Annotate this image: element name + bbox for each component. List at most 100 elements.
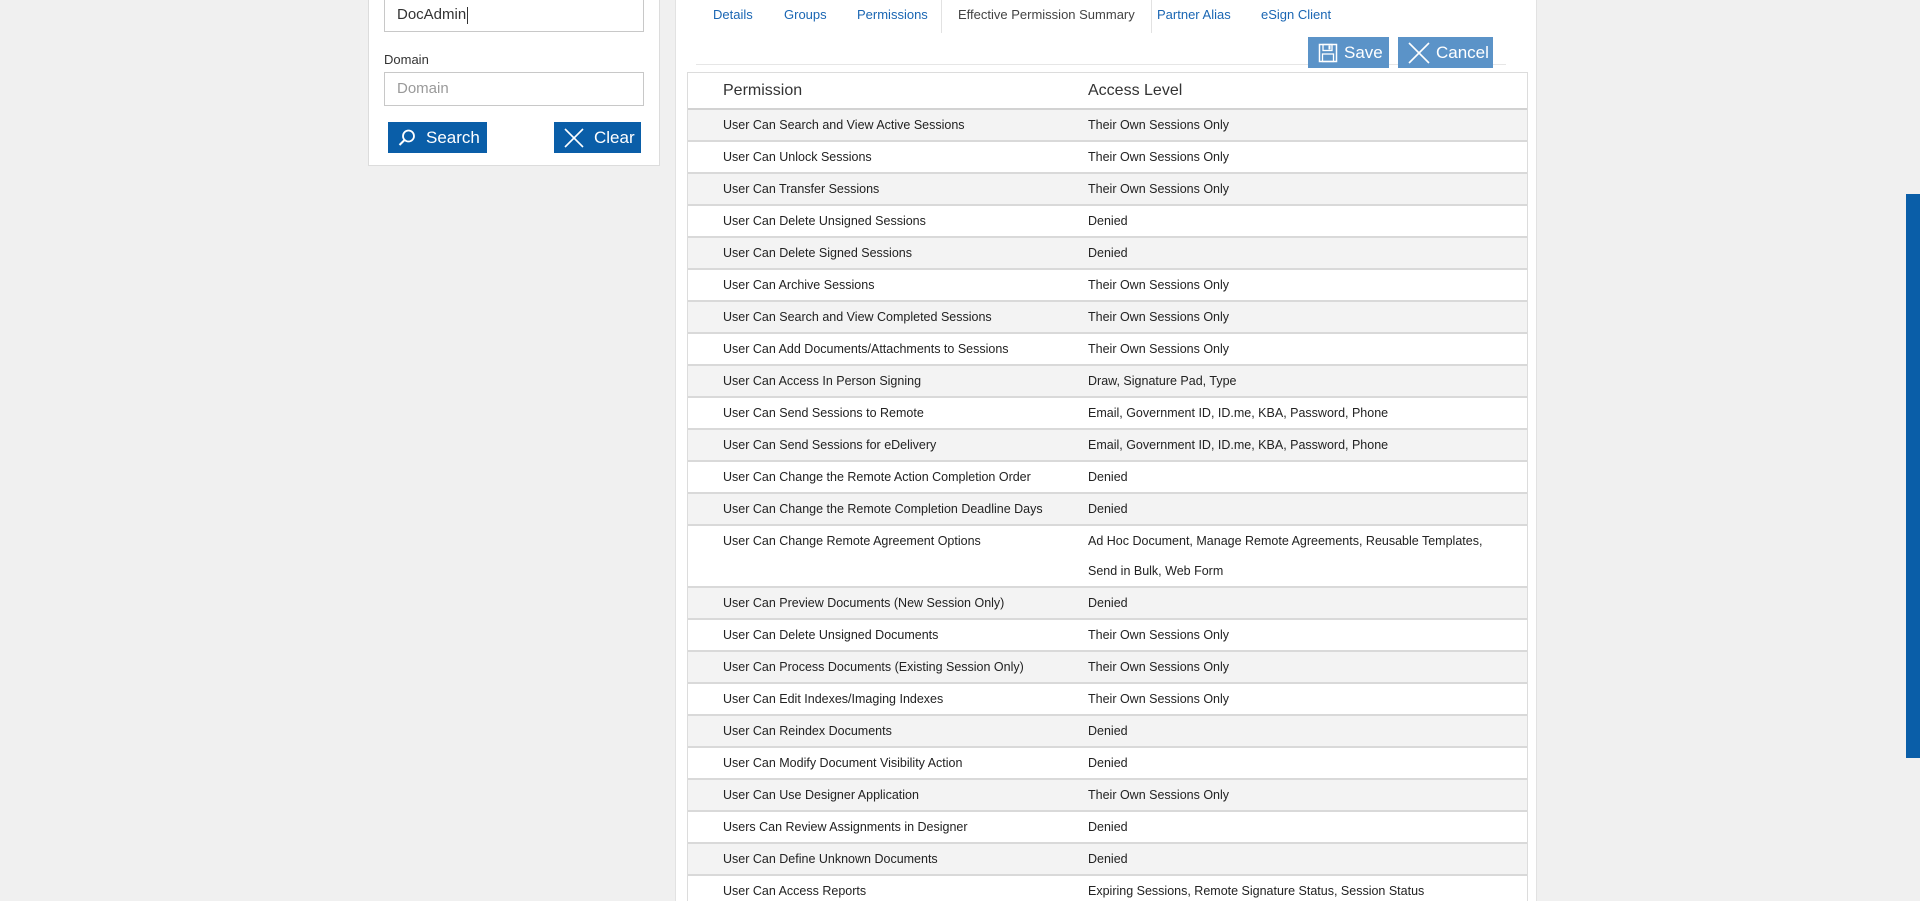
table-body: User Can Search and View Active Sessions…: [688, 110, 1527, 901]
access-level-cell: Draw, Signature Pad, Type: [1088, 374, 1237, 388]
access-level-cell: Their Own Sessions Only: [1088, 342, 1230, 356]
access-level-cell: Email, Government ID, ID.me, KBA, Passwo…: [1088, 406, 1389, 420]
table-row: User Can Preview Documents (New Session …: [688, 588, 1527, 620]
save-button[interactable]: Save: [1308, 37, 1389, 68]
table-row: User Can Process Documents (Existing Ses…: [688, 652, 1527, 684]
user-detail-panel: Details Groups Permissions Effective Per…: [675, 0, 1537, 901]
access-level-cell: Their Own Sessions Only: [1088, 788, 1230, 802]
access-level-cell: Their Own Sessions Only: [1088, 628, 1230, 642]
access-level-cell: Denied: [1088, 246, 1128, 260]
tab-bar: Details Groups Permissions Effective Per…: [676, 0, 1536, 33]
access-level-cell: Their Own Sessions Only: [1088, 150, 1230, 164]
cancel-button-label: Cancel: [1436, 42, 1489, 62]
username-input[interactable]: DocAdmin: [384, 0, 644, 32]
table-row: User Can Access In Person Signing Draw, S…: [688, 366, 1527, 398]
table-row: User Can Edit Indexes/Imaging Indexes The…: [688, 684, 1527, 716]
permission-cell: User Can Access Reports: [723, 884, 867, 898]
access-level-cell: Their Own Sessions Only: [1088, 310, 1230, 324]
permission-cell: User Can Preview Documents (New Session …: [723, 596, 1005, 610]
table-row: User Can Change the Remote Completion De…: [688, 494, 1527, 526]
table-row: User Can Search and View Completed Sessi…: [688, 302, 1527, 334]
permission-cell: User Can Send Sessions for eDelivery: [723, 438, 937, 452]
tab-effective-permission-summary[interactable]: Effective Permission Summary: [941, 0, 1152, 33]
permission-cell: User Can Transfer Sessions: [723, 182, 880, 196]
table-row: User Can Add Documents/Attachments to Se…: [688, 334, 1527, 366]
tab-partner-alias[interactable]: Partner Alias: [1157, 0, 1231, 33]
permission-cell: User Can Modify Document Visibility Acti…: [723, 756, 963, 770]
tab-details[interactable]: Details: [713, 0, 753, 33]
table-row: User Can Delete Signed Sessions Denied: [688, 238, 1527, 270]
table-row: User Can Change Remote Agreement Options…: [688, 526, 1527, 588]
username-value: DocAdmin: [397, 6, 467, 23]
access-level-cell: Denied: [1088, 852, 1128, 866]
access-level-cell: Denied: [1088, 596, 1128, 610]
permission-cell: User Can Define Unknown Documents: [723, 852, 938, 866]
access-level-cell: Denied: [1088, 502, 1128, 516]
permission-cell: User Can Use Designer Application: [723, 788, 919, 802]
permission-cell: User Can Unlock Sessions: [723, 150, 872, 164]
table-row: User Can Access Reports Expiring Sessions…: [688, 876, 1527, 901]
close-icon: [564, 127, 584, 148]
scrollbar[interactable]: [1906, 194, 1920, 758]
table-row: User Can Archive Sessions Their Own Sessi…: [688, 270, 1527, 302]
permission-cell: User Can Add Documents/Attachments to Se…: [723, 342, 1009, 356]
table-row: User Can Send Sessions for eDelivery Emai…: [688, 430, 1527, 462]
clear-button-label: Clear: [594, 127, 635, 147]
access-level-cell: Denied: [1088, 470, 1128, 484]
table-row: User Can Unlock Sessions Their Own Sessio…: [688, 142, 1527, 174]
save-button-label: Save: [1344, 42, 1383, 62]
access-level-cell: Expiring Sessions, Remote Signature Stat…: [1088, 884, 1425, 898]
access-level-cell: Their Own Sessions Only: [1088, 118, 1230, 132]
domain-placeholder: Domain: [397, 80, 449, 97]
column-header-permission: Permission: [723, 81, 803, 99]
access-level-cell: Their Own Sessions Only: [1088, 660, 1230, 674]
permission-cell: User Can Change Remote Agreement Options: [723, 534, 981, 548]
domain-input[interactable]: Domain: [384, 72, 644, 106]
access-level-cell: Their Own Sessions Only: [1088, 182, 1230, 196]
search-panel: DocAdmin Domain Domain Search Clear: [368, 0, 660, 166]
permission-cell: User Can Reindex Documents: [723, 724, 892, 738]
permission-cell: User Can Delete Unsigned Sessions: [723, 214, 926, 228]
access-level-cell: Denied: [1088, 820, 1128, 834]
permission-cell: User Can Send Sessions to Remote: [723, 406, 924, 420]
access-level-cell: Ad Hoc Document, Manage Remote Agreement…: [1088, 534, 1483, 578]
permission-cell: User Can Change the Remote Action Comple…: [723, 470, 1031, 484]
access-level-cell: Denied: [1088, 724, 1128, 738]
permission-cell: User Can Edit Indexes/Imaging Indexes: [723, 692, 944, 706]
table-row: User Can Reindex Documents Denied: [688, 716, 1527, 748]
search-icon: [398, 129, 416, 147]
clear-button[interactable]: Clear: [554, 122, 641, 153]
table-row: User Can Send Sessions to Remote Email, G…: [688, 398, 1527, 430]
table-row: Users Can Review Assignments in Designer…: [688, 812, 1527, 844]
search-button[interactable]: Search: [388, 122, 487, 153]
close-icon: [1408, 41, 1430, 64]
table-row: User Can Transfer Sessions Their Own Sess…: [688, 174, 1527, 206]
permission-cell: User Can Delete Signed Sessions: [723, 246, 912, 260]
tab-esign-client[interactable]: eSign Client: [1261, 0, 1331, 33]
permission-cell: User Can Archive Sessions: [723, 278, 875, 292]
access-level-cell: Email, Government ID, ID.me, KBA, Passwo…: [1088, 438, 1389, 452]
column-header-access-level: Access Level: [1088, 81, 1183, 99]
domain-label: Domain: [384, 52, 429, 67]
table-row: User Can Delete Unsigned Sessions Denied: [688, 206, 1527, 238]
access-level-cell: Their Own Sessions Only: [1088, 692, 1230, 706]
table-row: User Can Define Unknown Documents Denied: [688, 844, 1527, 876]
text-cursor: [467, 6, 469, 24]
tab-groups[interactable]: Groups: [784, 0, 827, 33]
permission-cell: User Can Access In Person Signing: [723, 374, 922, 388]
table-row: User Can Use Designer Application Their O…: [688, 780, 1527, 812]
permission-cell: Users Can Review Assignments in Designer: [723, 820, 968, 834]
tab-permissions[interactable]: Permissions: [857, 0, 928, 33]
cancel-button[interactable]: Cancel: [1398, 37, 1493, 68]
permission-cell: User Can Delete Unsigned Documents: [723, 628, 939, 642]
permission-summary-table: Permission Access Level User Can Search …: [687, 72, 1528, 901]
table-row: User Can Modify Document Visibility Acti…: [688, 748, 1527, 780]
permission-cell: User Can Search and View Active Sessions: [723, 118, 965, 132]
floppy-disk-icon: [1318, 43, 1338, 63]
search-button-label: Search: [426, 127, 480, 147]
access-level-cell: Their Own Sessions Only: [1088, 278, 1230, 292]
table-row: User Can Delete Unsigned Documents Their …: [688, 620, 1527, 652]
table-row: User Can Change the Remote Action Comple…: [688, 462, 1527, 494]
permission-cell: User Can Search and View Completed Sessi…: [723, 310, 992, 324]
permission-cell: User Can Change the Remote Completion De…: [723, 502, 1043, 516]
